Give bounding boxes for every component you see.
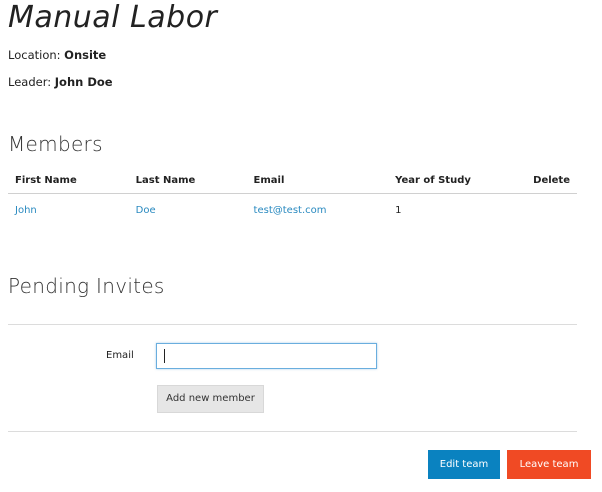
members-header-row: First Name Last Name Email Year of Study…	[8, 168, 577, 194]
member-email-link[interactable]: test@test.com	[247, 194, 389, 227]
member-first-name-link[interactable]: John	[8, 194, 129, 227]
divider	[8, 431, 577, 432]
column-header-email: Email	[246, 168, 389, 194]
leader-line: Leader: John Doe	[8, 75, 113, 89]
column-header-delete: Delete	[526, 168, 577, 194]
leader-value: John Doe	[54, 75, 113, 89]
invite-email-input[interactable]	[156, 343, 377, 369]
text-caret	[164, 349, 165, 363]
member-year: 1	[395, 204, 402, 216]
column-header-first-name: First Name	[8, 168, 129, 194]
column-header-last-name: Last Name	[128, 168, 247, 194]
team-title: Manual Labor	[8, 0, 218, 35]
table-row: John Doe test@test.com 1	[8, 194, 577, 227]
column-header-year-of-study: Year of Study	[388, 168, 527, 194]
pending-invites-heading: Pending Invites	[8, 274, 165, 298]
location-value: Onsite	[64, 48, 107, 62]
add-new-member-button[interactable]: Add new member	[157, 385, 264, 413]
location-label: Location:	[8, 48, 61, 62]
leave-team-button[interactable]: Leave team	[507, 450, 591, 479]
invite-email-label: Email	[106, 350, 134, 361]
leader-label: Leader:	[8, 75, 52, 89]
member-last-name-link[interactable]: Doe	[129, 194, 247, 227]
divider	[8, 324, 577, 325]
members-heading: Members	[8, 132, 103, 156]
team-page: Manual Labor Location: Onsite Leader: Jo…	[0, 0, 602, 492]
location-line: Location: Onsite	[8, 48, 106, 62]
member-delete-cell	[526, 194, 577, 227]
edit-team-button[interactable]: Edit team	[428, 450, 500, 479]
members-table: First Name Last Name Email Year of Study…	[8, 168, 577, 226]
